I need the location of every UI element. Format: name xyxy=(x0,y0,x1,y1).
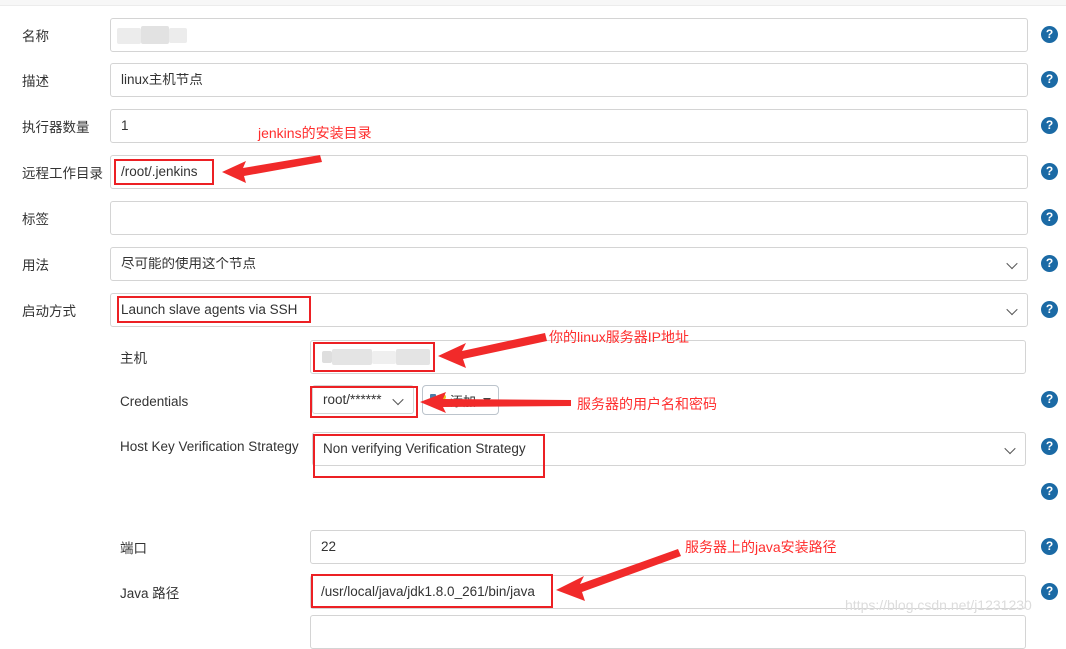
site-watermark: https://blog.csdn.net/j1231230 xyxy=(845,597,1032,613)
label-name: 名称 xyxy=(22,29,49,44)
remote-root-dir-input-value: /root/.jenkins xyxy=(121,165,198,179)
redaction-blob xyxy=(169,28,187,43)
executors-input[interactable]: 1 xyxy=(110,109,1028,143)
annotation-linux-server-ip: 你的linux服务器IP地址 xyxy=(549,329,690,345)
host-key-strategy-select-value: Non verifying Verification Strategy xyxy=(323,442,526,456)
annotation-java-install-path: 服务器上的java安装路径 xyxy=(685,539,837,555)
label-credentials: Credentials xyxy=(120,394,189,409)
help-icon[interactable]: ? xyxy=(1041,117,1058,134)
label-java-path: Java 路径 xyxy=(120,586,180,601)
port-input[interactable]: 22 xyxy=(310,530,1026,564)
credentials-select[interactable]: root/****** xyxy=(312,385,414,414)
label-ssh-host: 主机 xyxy=(120,351,147,366)
remote-root-dir-input[interactable]: /root/.jenkins xyxy=(110,155,1028,189)
label-remote-root-dir: 远程工作目录 xyxy=(22,166,103,181)
executors-input-value: 1 xyxy=(121,119,129,133)
label-host-key-strategy: Host Key Verification Strategy xyxy=(120,439,299,454)
label-executors: 执行器数量 xyxy=(22,120,90,135)
name-input[interactable] xyxy=(110,18,1028,52)
annotation-server-username-password: 服务器的用户名和密码 xyxy=(577,396,717,412)
help-icon[interactable]: ? xyxy=(1041,163,1058,180)
chevron-down-icon xyxy=(1006,446,1015,455)
help-icon[interactable]: ? xyxy=(1041,438,1058,455)
redaction-blob xyxy=(117,28,141,44)
label-description: 描述 xyxy=(22,74,49,89)
description-input-value: linux主机节点 xyxy=(121,73,203,87)
usage-select[interactable]: 尽可能的使用这个节点 xyxy=(110,247,1028,281)
chevron-down-icon xyxy=(1008,261,1017,270)
label-port: 端口 xyxy=(120,541,147,556)
port-input-value: 22 xyxy=(321,540,337,554)
label-launch-method: 启动方式 xyxy=(22,304,76,319)
redaction-blob xyxy=(322,351,332,363)
label-usage: 用法 xyxy=(22,258,49,273)
launch-method-select-value: Launch slave agents via SSH xyxy=(121,303,298,317)
help-icon[interactable]: ? xyxy=(1041,301,1058,318)
help-icon[interactable]: ? xyxy=(1041,583,1058,600)
help-icon[interactable]: ? xyxy=(1041,255,1058,272)
annotation-jenkins-install-dir: jenkins的安装目录 xyxy=(258,125,372,141)
help-icon[interactable]: ? xyxy=(1041,483,1058,500)
label-labels: 标签 xyxy=(22,212,49,227)
chevron-down-icon xyxy=(1008,307,1017,316)
redaction-blob xyxy=(372,351,396,364)
caret-down-icon xyxy=(483,397,492,403)
java-path-input-value: /usr/local/java/jdk1.8.0_261/bin/java xyxy=(321,585,535,599)
help-icon[interactable]: ? xyxy=(1041,26,1058,43)
redaction-blob xyxy=(396,349,430,365)
help-icon[interactable]: ? xyxy=(1041,391,1058,408)
host-key-strategy-select[interactable]: Non verifying Verification Strategy xyxy=(312,432,1026,466)
redaction-blob xyxy=(141,26,169,44)
page-top-strip xyxy=(0,0,1066,6)
help-icon[interactable]: ? xyxy=(1041,209,1058,226)
credentials-select-value: root/****** xyxy=(323,392,382,407)
chevron-down-icon xyxy=(394,397,403,406)
launch-method-select[interactable]: Launch slave agents via SSH xyxy=(110,293,1028,327)
help-icon[interactable]: ? xyxy=(1041,538,1058,555)
next-field-partial[interactable] xyxy=(310,615,1026,649)
redaction-blob xyxy=(332,349,372,365)
help-icon[interactable]: ? xyxy=(1041,71,1058,88)
usage-select-value: 尽可能的使用这个节点 xyxy=(121,257,256,271)
description-input[interactable]: linux主机节点 xyxy=(110,63,1028,97)
add-credentials-label: 添加 xyxy=(450,393,477,409)
credentials-folder-key-icon xyxy=(430,393,446,406)
add-credentials-button[interactable]: 添加 xyxy=(422,385,500,415)
labels-input[interactable] xyxy=(110,201,1028,235)
